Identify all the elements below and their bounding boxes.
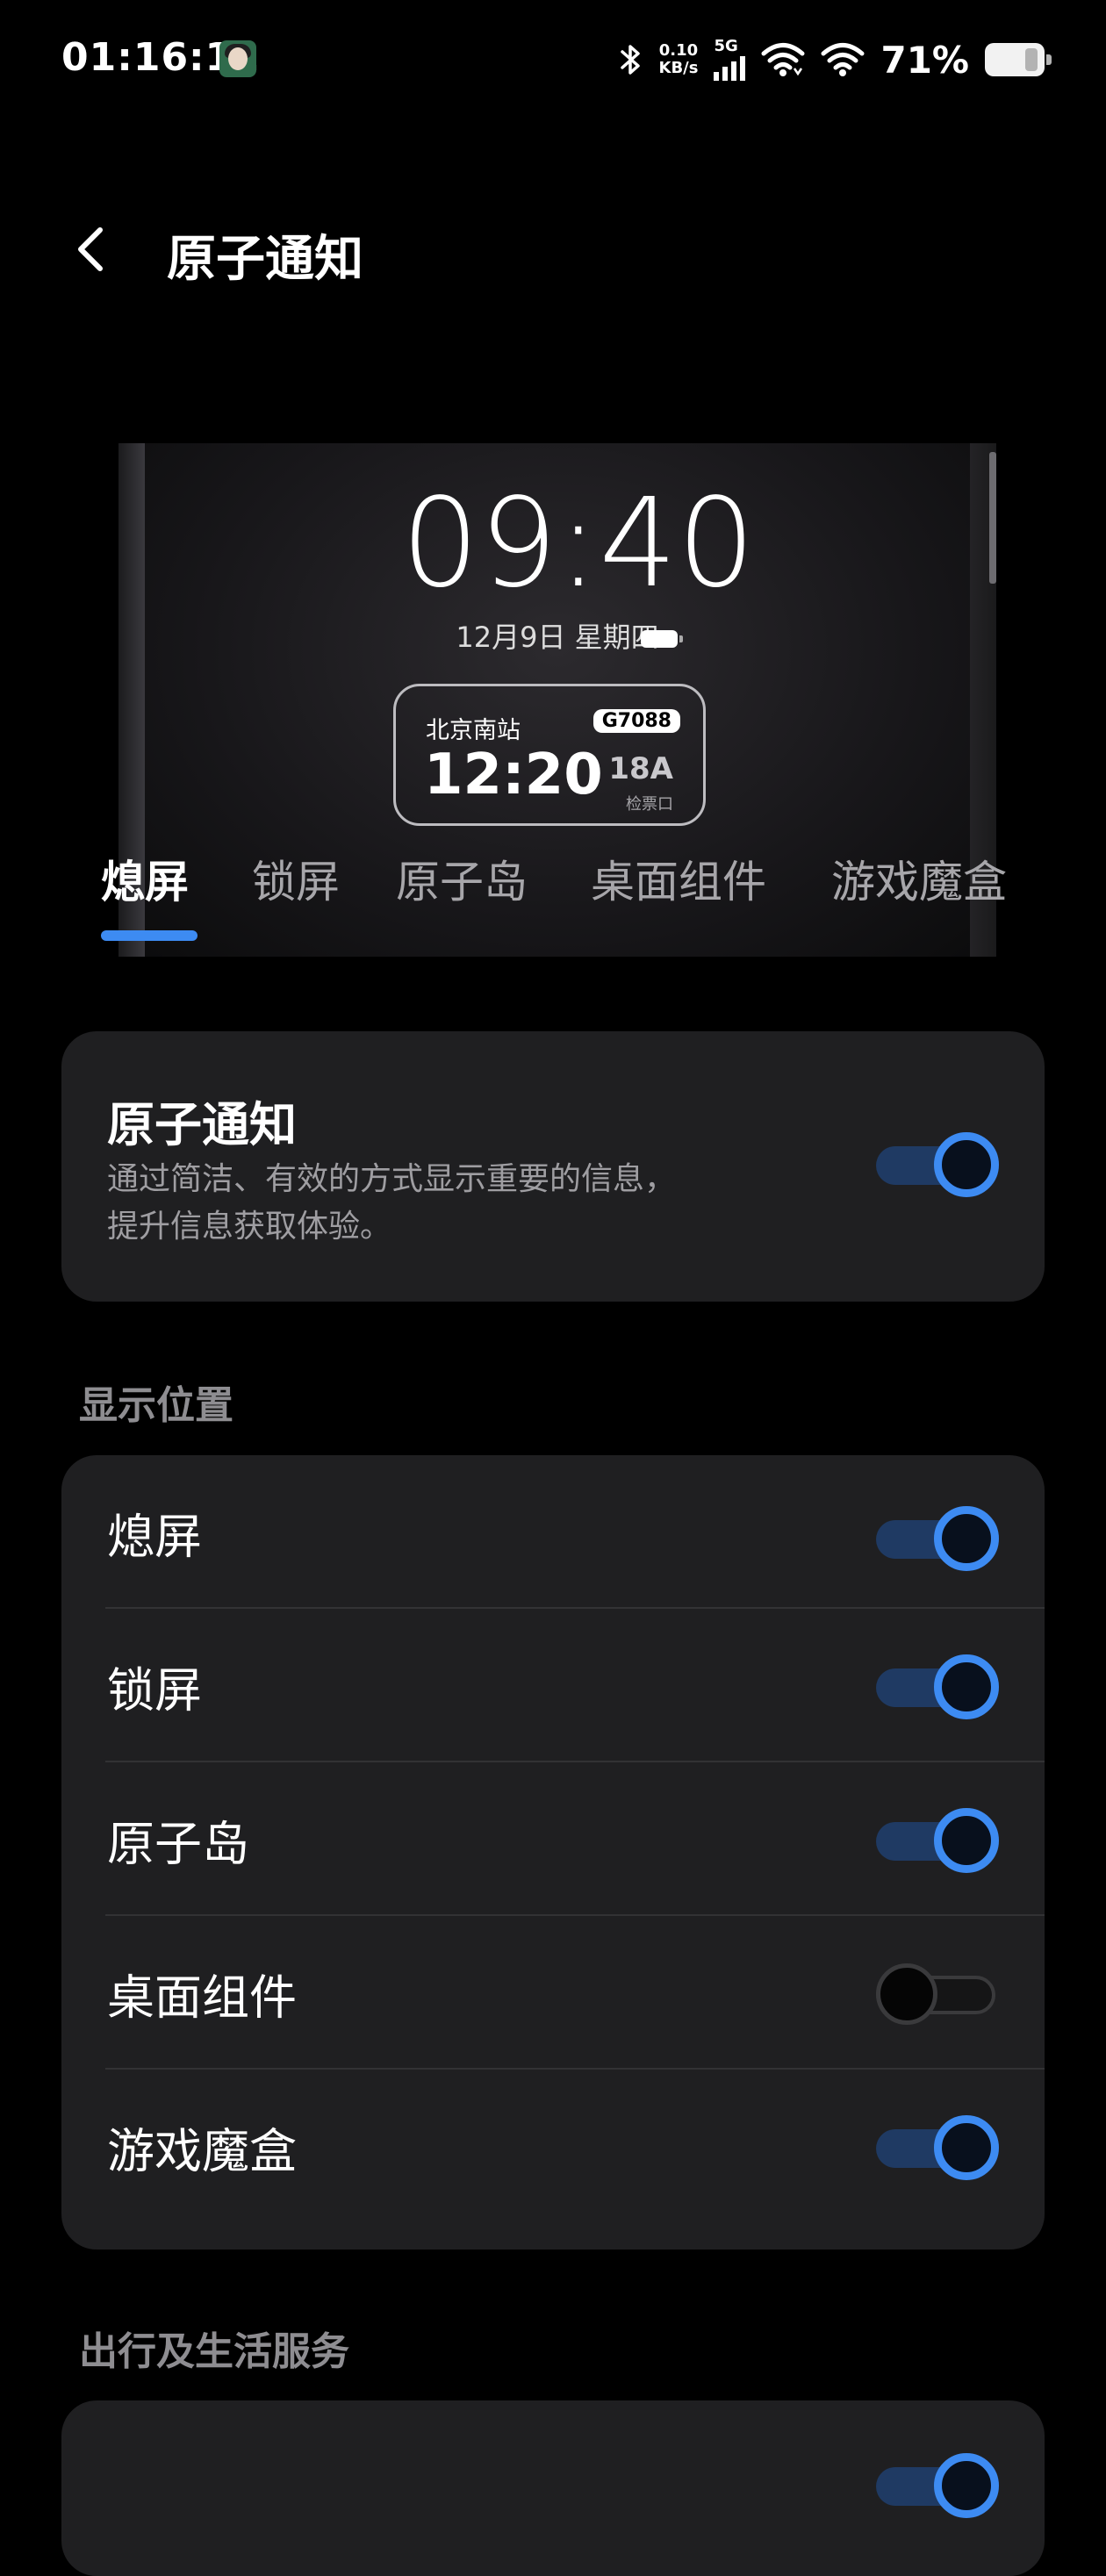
- display-position-card: 熄屏 锁屏 原子岛 桌面组件 游戏魔盒: [61, 1455, 1045, 2250]
- tab-lockscreen[interactable]: 锁屏: [252, 847, 340, 910]
- preview-date-text: 12月9日 星期四: [456, 621, 659, 654]
- tab-atomic-island[interactable]: 原子岛: [396, 847, 528, 910]
- game-box-toggle[interactable]: [876, 2115, 999, 2180]
- atomic-island-toggle[interactable]: [876, 1808, 999, 1873]
- bluetooth-icon: [620, 45, 640, 75]
- back-arrow-icon[interactable]: [72, 225, 107, 274]
- tab-desktop-widget[interactable]: 桌面组件: [591, 847, 766, 910]
- battery-icon: [985, 43, 1052, 76]
- network-type: 5G: [714, 37, 738, 55]
- battery-percent: 71%: [880, 38, 969, 82]
- row-lockscreen[interactable]: 锁屏: [61, 1609, 1045, 1762]
- wifi-icon-2: [821, 43, 865, 76]
- network-speed-value: 0.10: [658, 41, 699, 60]
- ticket-train-badge: G7088: [592, 709, 680, 733]
- atomic-notification-title: 原子通知: [107, 1097, 297, 1152]
- preview-date: 12月9日 星期四: [118, 615, 996, 656]
- services-toggle[interactable]: [876, 2453, 999, 2518]
- services-card: [61, 2400, 1045, 2576]
- tab-aod[interactable]: 熄屏: [101, 847, 189, 910]
- tab-game-box[interactable]: 游戏魔盒: [831, 847, 1007, 910]
- wifi-icon: [761, 43, 805, 76]
- description-line-1: 通过简洁、有效的方式显示重要的信息，: [107, 1161, 677, 1197]
- preview-battery-icon: [641, 630, 683, 648]
- ticket-station: 北京南站: [426, 717, 521, 744]
- ticket-seat: 18A: [608, 751, 673, 786]
- section-label-services: 出行及生活服务: [79, 2329, 349, 2374]
- active-tab-indicator: [101, 930, 198, 941]
- status-indicators: 0.10 KB/s 5G 71%: [619, 35, 1052, 84]
- app-notification-avatar-icon: [219, 40, 256, 77]
- row-label-lockscreen: 锁屏: [107, 1662, 202, 1718]
- row-label-desktop-widget: 桌面组件: [107, 1970, 297, 2025]
- cellular-signal: 5G: [714, 37, 746, 81]
- ticket-gate: 检票口: [626, 795, 673, 814]
- row-atomic-island[interactable]: 原子岛: [61, 1762, 1045, 1916]
- row-aod[interactable]: 熄屏: [61, 1455, 1045, 1609]
- network-speed: 0.10 KB/s: [659, 42, 699, 77]
- signal-bars-icon: [714, 54, 746, 81]
- lockscreen-toggle[interactable]: [876, 1654, 999, 1719]
- preview-clock: 09:40: [401, 472, 756, 615]
- description-line-2: 提升信息获取体验。: [107, 1209, 392, 1245]
- row-label-atomic-island: 原子岛: [107, 1816, 249, 1871]
- preview-tabs: 熄屏 锁屏 原子岛 桌面组件 游戏魔盒: [101, 847, 1031, 944]
- atomic-notification-card: 原子通知 通过简洁、有效的方式显示重要的信息， 提升信息获取体验。: [61, 1031, 1045, 1302]
- aod-toggle[interactable]: [876, 1506, 999, 1571]
- row-label-aod: 熄屏: [107, 1509, 202, 1564]
- page-title: 原子通知: [167, 231, 363, 288]
- row-desktop-widget[interactable]: 桌面组件: [61, 1916, 1045, 2070]
- atomic-notification-description: 通过简洁、有效的方式显示重要的信息， 提升信息获取体验。: [107, 1156, 827, 1251]
- section-label-display-position: 显示位置: [79, 1383, 233, 1428]
- network-speed-unit: KB/s: [658, 59, 699, 77]
- row-game-box[interactable]: 游戏魔盒: [61, 2070, 1045, 2223]
- desktop-widget-toggle[interactable]: [876, 1962, 999, 2027]
- row-label-game-box: 游戏魔盒: [107, 2123, 297, 2178]
- atomic-notification-toggle[interactable]: [876, 1132, 999, 1197]
- ticket-time: 12:20: [424, 743, 603, 807]
- phone-side-key: [989, 452, 996, 584]
- train-ticket-card: 北京南站 G7088 12:20 18A 检票口: [393, 684, 706, 826]
